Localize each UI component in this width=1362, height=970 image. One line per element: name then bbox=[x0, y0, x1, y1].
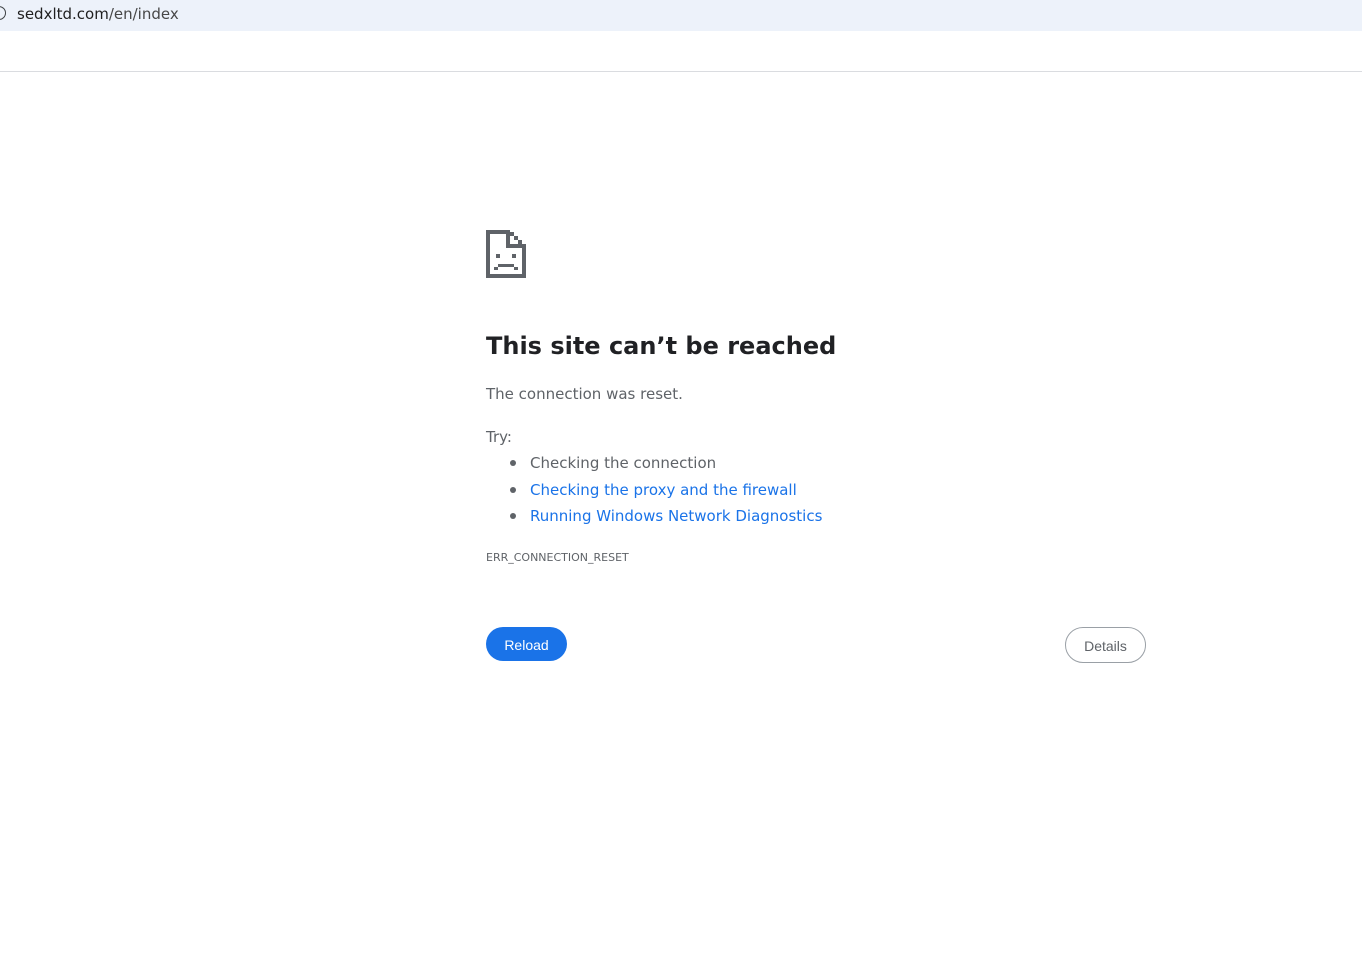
url-text[interactable]: sedxltd.com/en/index bbox=[17, 5, 179, 23]
bullet bbox=[510, 460, 516, 466]
bullet bbox=[510, 486, 516, 493]
network-diagnostics-link[interactable]: Running Windows Network Diagnostics bbox=[530, 507, 822, 525]
proxy-firewall-link[interactable]: Checking the proxy and the firewall bbox=[530, 481, 797, 499]
url-host: sedxltd.com bbox=[17, 5, 109, 23]
error-code: ERR_CONNECTION_RESET bbox=[486, 551, 629, 564]
sad-page-icon bbox=[486, 230, 526, 278]
site-info-icon[interactable] bbox=[0, 6, 6, 20]
page-title: This site can’t be reached bbox=[486, 332, 837, 360]
try-label: Try: bbox=[486, 428, 512, 446]
address-bar[interactable]: sedxltd.com/en/index bbox=[0, 0, 1362, 31]
bookmarks-bar bbox=[0, 31, 1362, 72]
suggestion-network-diagnostics: Running Windows Network Diagnostics bbox=[486, 503, 822, 530]
suggestion-check-proxy-firewall: Checking the proxy and the firewall bbox=[486, 477, 822, 504]
suggestion-check-connection: Checking the connection bbox=[486, 450, 822, 477]
suggestion-text: Checking the connection bbox=[530, 454, 717, 472]
details-button[interactable]: Details bbox=[1065, 627, 1146, 663]
url-path: /en/index bbox=[108, 5, 179, 23]
bullet bbox=[510, 513, 516, 519]
reload-button[interactable]: Reload bbox=[486, 627, 567, 661]
error-summary: The connection was reset. bbox=[486, 385, 683, 403]
suggestions-list: Checking the connection Checking the pro… bbox=[486, 450, 822, 530]
